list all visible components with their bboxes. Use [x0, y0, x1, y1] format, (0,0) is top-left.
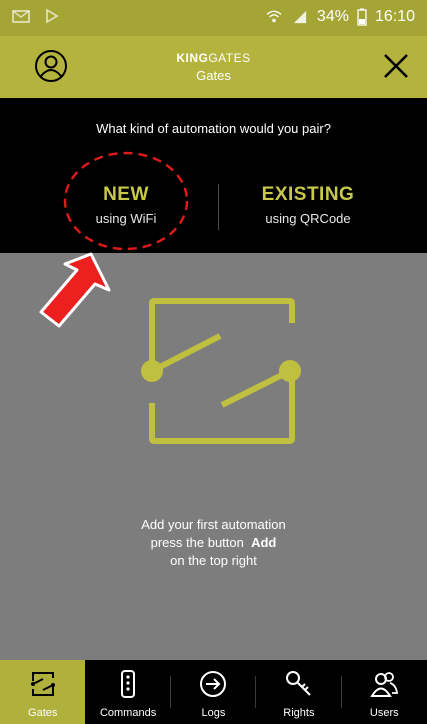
brand-light: GATES — [208, 51, 251, 65]
empty-line-1: Add your first automation — [141, 517, 286, 532]
brand-logo: KINGGATES — [0, 51, 427, 65]
nav-tab-commands[interactable]: Commands — [85, 660, 171, 724]
status-left-icons — [12, 9, 60, 23]
empty-add-word: Add — [251, 535, 277, 550]
empty-line-2: press the button Add — [0, 534, 427, 552]
pair-question: What kind of automation would you pair? — [96, 121, 331, 136]
nav-label-users: Users — [369, 707, 399, 719]
remote-icon — [121, 670, 136, 698]
nav-tab-users[interactable]: Users — [342, 660, 427, 724]
key-icon — [285, 671, 311, 696]
gate-icon — [30, 672, 55, 696]
play-store-icon — [46, 9, 59, 23]
close-icon[interactable] — [383, 53, 409, 79]
wifi-icon — [266, 10, 282, 23]
nav-label-commands: Commands — [99, 707, 157, 719]
annotation-arrow-icon — [39, 252, 111, 328]
gate-illustration-icon — [141, 298, 301, 444]
battery-percent: 34% — [316, 8, 349, 25]
status-bar: 34% 16:10 — [0, 0, 427, 36]
annotation-dashed-circle — [63, 151, 189, 251]
empty-line-3: on the top right — [170, 553, 257, 568]
status-right: 34% 16:10 — [265, 8, 415, 26]
app-header: KINGGATES Gates — [0, 36, 427, 98]
notification-icon — [12, 10, 30, 23]
existing-qrcode-option[interactable]: EXISTING using QRCode — [238, 184, 378, 226]
nav-label-logs: Logs — [201, 707, 226, 719]
nav-label-rights: Rights — [283, 707, 315, 719]
users-icon — [370, 672, 399, 697]
clock: 16:10 — [374, 8, 415, 25]
brand-bold: KING — [176, 51, 209, 65]
empty-line-2-prefix: press the button — [150, 535, 244, 550]
empty-state-message: Add your first automation press the butt… — [0, 516, 427, 570]
bottom-nav: Gates Commands Logs Rights Users — [0, 660, 427, 724]
nav-tab-logs[interactable]: Logs — [171, 660, 257, 724]
nav-tab-rights[interactable]: Rights — [256, 660, 342, 724]
nav-label-gates: Gates — [28, 707, 58, 719]
existing-option-title: EXISTING — [261, 184, 355, 205]
existing-option-subtitle: using QRCode — [265, 211, 351, 226]
nav-tab-gates[interactable]: Gates — [0, 660, 86, 724]
page-title: Gates — [196, 68, 231, 83]
signal-icon — [293, 10, 307, 24]
option-divider — [218, 184, 219, 230]
logs-icon — [200, 671, 227, 697]
battery-icon — [357, 8, 367, 26]
